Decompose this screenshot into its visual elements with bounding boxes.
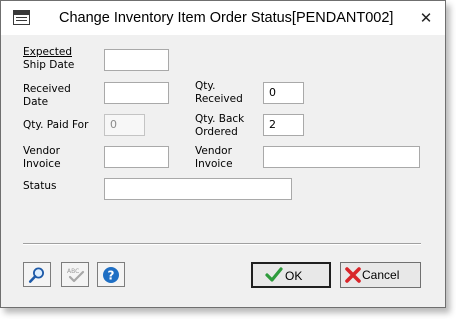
- expected-ship-date-label-line2: Ship Date: [23, 58, 75, 71]
- qty-paid-for-label: Qty. Paid For: [23, 119, 89, 131]
- dialog-window: Change Inventory Item Order Status[PENDA…: [0, 0, 446, 308]
- search-button[interactable]: [23, 262, 51, 287]
- magnifier-icon: [28, 267, 44, 283]
- received-date-label-line1: Received: [23, 83, 71, 95]
- expected-ship-date-field[interactable]: [104, 49, 169, 71]
- qty-back-ordered-field[interactable]: 2: [263, 114, 304, 136]
- close-button[interactable]: ✕: [415, 7, 437, 29]
- window-app-icon: [13, 10, 30, 25]
- spellcheck-button: ABC: [61, 262, 89, 287]
- vendor-invoice-left-field[interactable]: [104, 146, 169, 168]
- cancel-button[interactable]: Cancel: [340, 262, 421, 288]
- window-title: Change Inventory Item Order Status[PENDA…: [59, 10, 394, 26]
- vendor-invoice-left-label-line1: Vendor: [23, 145, 60, 157]
- help-icon: ?: [103, 267, 119, 283]
- qty-back-ordered-label-line2: Ordered: [195, 125, 238, 138]
- footer-separator: [23, 243, 421, 245]
- qty-received-field[interactable]: 0: [263, 82, 304, 104]
- svg-text:?: ?: [108, 269, 115, 283]
- title-bar: Change Inventory Item Order Status[PENDA…: [1, 1, 445, 35]
- received-date-label-line2: Date: [23, 95, 49, 108]
- qty-back-ordered-label-line1: Qty. Back: [195, 113, 245, 125]
- vendor-invoice-left-label-line2: Invoice: [23, 157, 61, 170]
- status-label: Status: [23, 180, 57, 192]
- status-field[interactable]: [104, 178, 292, 200]
- qty-received-label-line2: Received: [195, 92, 243, 105]
- vendor-invoice-right-label-line1: Vendor: [195, 145, 232, 157]
- vendor-invoice-left-label: Vendor Invoice: [23, 145, 61, 170]
- vendor-invoice-right-field[interactable]: [263, 146, 420, 168]
- received-date-label: Received Date: [23, 83, 71, 108]
- expected-ship-date-label: Expected Ship Date: [23, 46, 74, 71]
- spellcheck-icon: ABC: [67, 268, 85, 283]
- help-button[interactable]: ?: [97, 262, 125, 287]
- vendor-invoice-right-label: Vendor Invoice: [195, 145, 233, 170]
- ok-button[interactable]: OK: [251, 262, 331, 288]
- ok-button-label: OK: [285, 269, 303, 283]
- cancel-x-icon: [345, 267, 361, 283]
- qty-back-ordered-label: Qty. Back Ordered: [195, 113, 244, 138]
- check-icon: [265, 267, 283, 282]
- svg-text:ABC: ABC: [67, 268, 79, 275]
- qty-paid-for-field: 0: [104, 114, 145, 136]
- received-date-field[interactable]: [104, 82, 169, 104]
- qty-received-label-line1: Qty.: [195, 80, 216, 92]
- cancel-button-label: Cancel: [362, 268, 400, 282]
- vendor-invoice-right-label-line2: Invoice: [195, 157, 233, 170]
- expected-ship-date-label-line1: Expected: [23, 46, 72, 58]
- qty-received-label: Qty. Received: [195, 80, 243, 105]
